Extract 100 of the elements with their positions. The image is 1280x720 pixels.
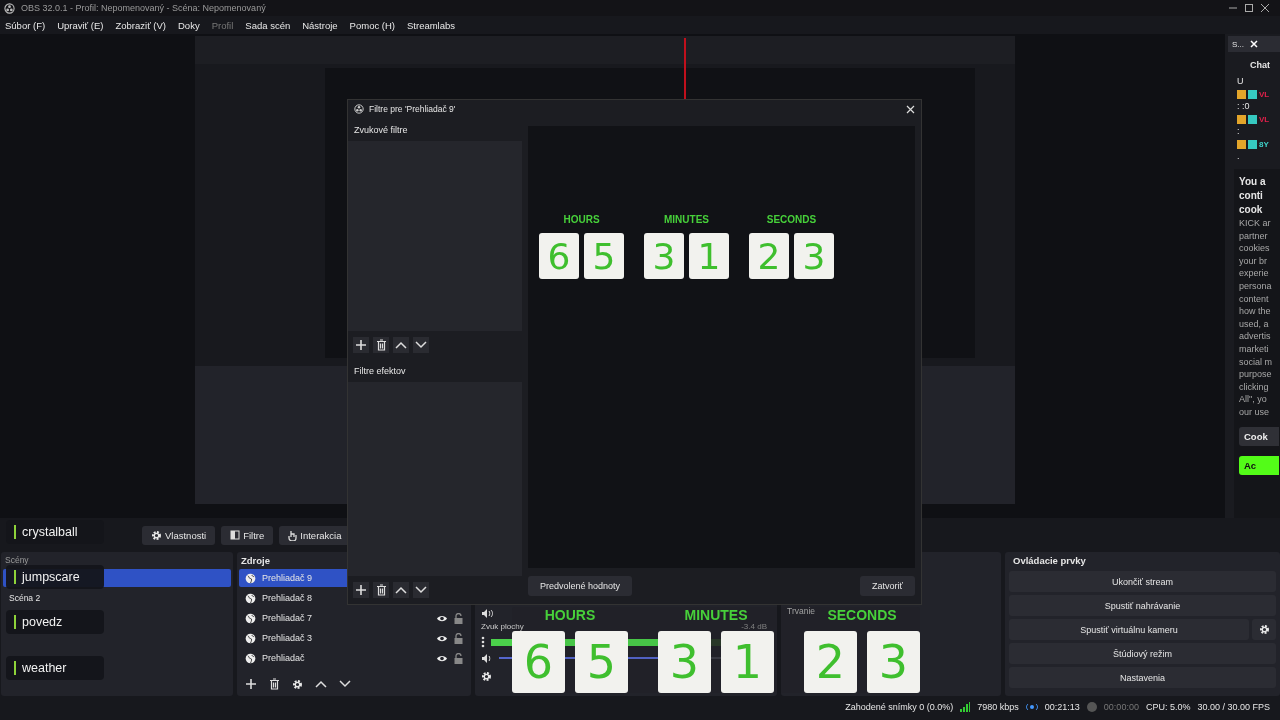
menu-item[interactable]: Pomoc (H) xyxy=(349,19,395,31)
dock-tab[interactable]: S... xyxy=(1232,39,1244,49)
cookie-text: clicking xyxy=(1239,380,1270,394)
source-label: Prehliadač 8 xyxy=(262,593,313,603)
move-up-button[interactable] xyxy=(393,337,409,353)
dock-title: Ovládacie prvky xyxy=(1013,554,1086,566)
channel-name: Zvuk plochy xyxy=(481,622,524,631)
cookie-heading: You a xyxy=(1239,175,1267,189)
move-up-icon[interactable] xyxy=(395,586,407,594)
timer-digit: 3 xyxy=(644,233,684,279)
source-label: Prehliadač 9 xyxy=(262,573,313,583)
move-up-button[interactable] xyxy=(393,582,409,598)
dialog-button[interactable]: Predvolené hodnoty xyxy=(528,576,633,596)
chat-message: U xyxy=(1236,75,1245,88)
record-time: 00:00:00 xyxy=(1103,702,1139,712)
timer-label: MINUTES xyxy=(664,214,709,225)
cookie-text: used, a xyxy=(1239,317,1270,331)
control-button[interactable]: Ukončiť stream xyxy=(1009,571,1276,592)
move-down-button[interactable] xyxy=(413,337,429,353)
dialog-title: Filtre pre 'Prehliadač 9' xyxy=(369,104,456,114)
timer-label: HOURS xyxy=(563,214,600,225)
lock-icon[interactable] xyxy=(454,612,463,624)
lock-icon[interactable] xyxy=(454,632,463,644)
cookie-heading: cook xyxy=(1239,203,1264,217)
menu-item[interactable]: Doky xyxy=(178,19,200,31)
globe-icon xyxy=(245,632,256,644)
source-item[interactable]: Prehliadač 7 xyxy=(239,609,469,627)
source-item[interactable]: Prehliadač 3 xyxy=(239,629,469,647)
timer-label: HOURS xyxy=(544,607,596,623)
crown-badge-icon xyxy=(1237,140,1246,149)
source-item[interactable]: Prehliadač xyxy=(239,649,469,667)
settings-button[interactable] xyxy=(1252,619,1276,640)
fps: 30.00 / 30.00 FPS xyxy=(1197,702,1270,712)
chat-message: . xyxy=(1236,150,1241,163)
crown-badge-icon xyxy=(1237,115,1246,124)
move-up-icon[interactable] xyxy=(315,680,327,688)
chat-username: VL xyxy=(1259,115,1270,124)
menu-item[interactable]: Upraviť (E) xyxy=(57,19,104,31)
menu-item[interactable]: Súbor (F) xyxy=(5,19,46,31)
filter-icon xyxy=(230,530,241,540)
move-down-icon[interactable] xyxy=(415,341,427,349)
control-button[interactable]: Nastavenia xyxy=(1009,667,1276,688)
cookie-text: experie xyxy=(1239,267,1270,280)
menu-item[interactable]: Streamlabs xyxy=(407,19,456,31)
timer-digit: 3 xyxy=(658,631,711,693)
record-icon xyxy=(1086,702,1097,712)
source-toolbar-button[interactable]: Filtre xyxy=(221,525,274,545)
live-icon xyxy=(1025,703,1038,711)
speaker-icon[interactable] xyxy=(481,607,493,619)
dock-title: Scény xyxy=(5,555,29,565)
alert-label: povedz xyxy=(22,615,63,629)
eye-icon[interactable] xyxy=(436,653,448,663)
lock-icon[interactable] xyxy=(454,652,463,664)
menu-item[interactable]: Zobraziť (V) xyxy=(115,19,166,31)
badge-icon xyxy=(1248,115,1257,124)
move-down-icon[interactable] xyxy=(339,680,351,688)
section-label: Zvukové filtre xyxy=(353,124,409,137)
gear-icon[interactable] xyxy=(151,529,162,541)
add-icon[interactable] xyxy=(245,678,257,690)
cookie-button[interactable]: Cook xyxy=(1239,426,1279,446)
settings-icon[interactable] xyxy=(292,678,303,690)
stream-time: 00:21:13 xyxy=(1044,702,1080,712)
scene-item[interactable]: Scéna 2 xyxy=(3,589,231,607)
cpu-usage: CPU: 5.0% xyxy=(1145,702,1191,712)
settings-icon[interactable] xyxy=(1258,624,1270,635)
move-down-button[interactable] xyxy=(413,582,429,598)
eye-icon[interactable] xyxy=(436,613,448,623)
move-down-icon[interactable] xyxy=(415,586,427,594)
timer-digit: 6 xyxy=(539,233,579,279)
cookie-text: social m xyxy=(1239,355,1273,369)
globe-icon xyxy=(245,652,256,664)
close-icon[interactable] xyxy=(1260,3,1270,13)
timer-digit: 2 xyxy=(804,631,857,693)
control-button[interactable]: Štúdiový režim xyxy=(1009,643,1276,664)
timer-digit: 3 xyxy=(794,233,834,279)
settings-icon[interactable] xyxy=(481,670,492,682)
move-up-icon[interactable] xyxy=(395,341,407,349)
delete-icon[interactable] xyxy=(269,678,280,690)
chat-message: : xyxy=(1236,125,1241,138)
timer-digit: 3 xyxy=(867,631,920,693)
dialog-button[interactable]: Zatvoriť xyxy=(860,576,915,596)
menu-item[interactable]: Nástroje xyxy=(302,19,338,31)
source-toolbar-button[interactable]: Vlastnosti xyxy=(142,525,216,545)
cookie-text: KICK ar xyxy=(1239,217,1272,230)
menu-item[interactable]: Sada scén xyxy=(245,19,291,31)
more-icon[interactable] xyxy=(481,636,485,648)
eye-icon[interactable] xyxy=(436,633,448,643)
control-button[interactable]: Spustiť nahrávanie xyxy=(1009,595,1276,616)
timer-digit: 2 xyxy=(749,233,789,279)
cookie-text: purpose xyxy=(1239,368,1273,381)
control-button[interactable]: Spustiť virtuálnu kameru xyxy=(1009,619,1249,640)
app-logo-icon xyxy=(4,2,15,14)
section-label: Filtre efektov xyxy=(353,365,407,378)
source-label: Prehliadač 7 xyxy=(262,613,313,623)
crown-badge-icon xyxy=(1237,90,1246,99)
cookie-text: advertis xyxy=(1239,330,1272,343)
speaker-icon[interactable] xyxy=(481,652,493,664)
maximize-icon[interactable] xyxy=(1244,3,1254,13)
cookie-button[interactable]: Ac xyxy=(1239,455,1279,475)
timer-digit: 5 xyxy=(584,233,624,279)
